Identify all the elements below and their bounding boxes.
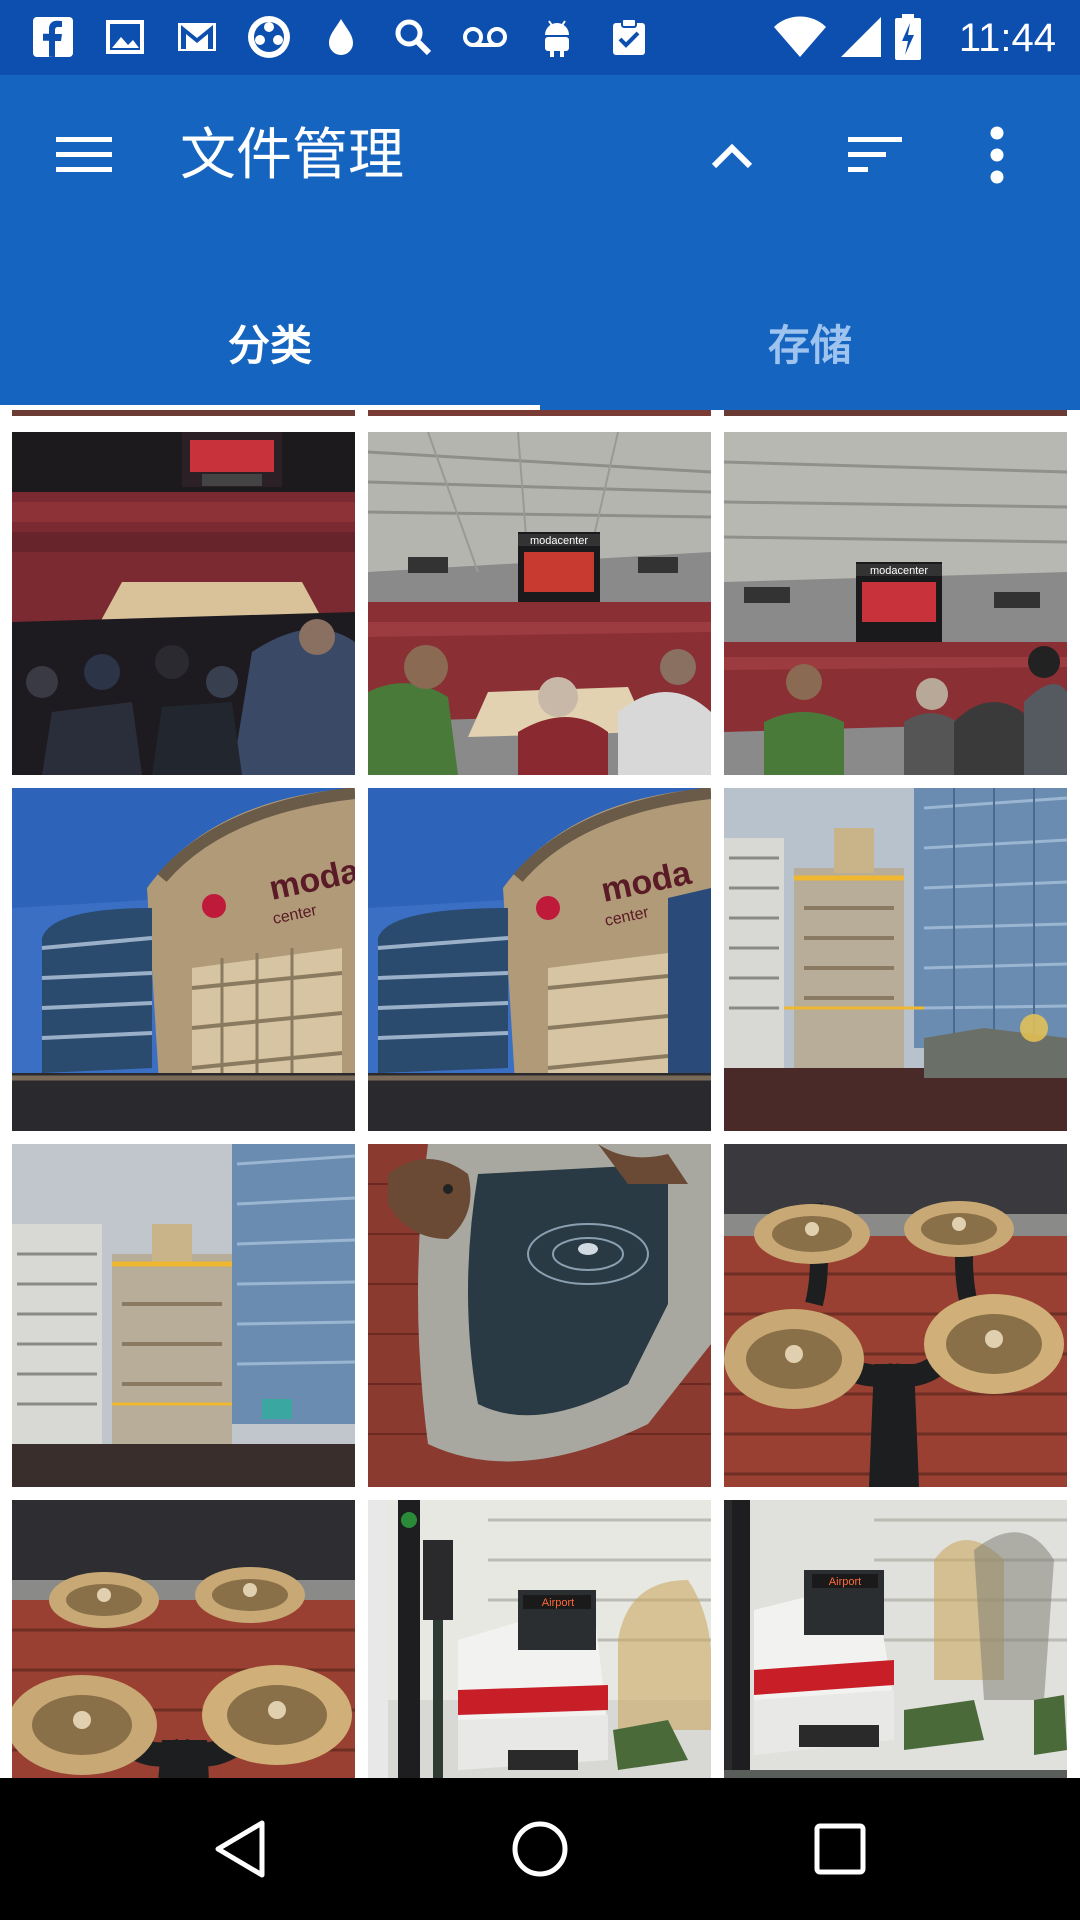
photo-thumbnail[interactable]: [12, 1500, 355, 1778]
train-destination-sign: Airport: [829, 1576, 861, 1588]
photo-thumbnail[interactable]: [12, 1144, 355, 1487]
clipboard-check-icon: [604, 12, 654, 62]
photo-thumbnail[interactable]: [12, 410, 355, 416]
app-title: 文件管理: [180, 123, 404, 188]
more-vert-icon: [990, 126, 1004, 184]
home-button[interactable]: [480, 1799, 600, 1899]
photo-thumbnail[interactable]: [368, 410, 711, 416]
photo-grid: modacenter modacenter moda center moda c…: [0, 410, 1080, 1778]
photo-thumbnail[interactable]: Airport: [724, 1500, 1067, 1778]
back-button[interactable]: [180, 1799, 300, 1899]
photo-thumbnail[interactable]: [724, 1144, 1067, 1487]
battery-charging-icon: [888, 12, 928, 62]
train-destination-sign: Airport: [542, 1597, 574, 1609]
photo-thumbnail[interactable]: Airport: [368, 1500, 711, 1778]
photo-thumbnail[interactable]: moda center: [12, 788, 355, 1131]
sort-icon: [848, 137, 902, 172]
recents-icon: [814, 1823, 866, 1875]
photo-thumbnail[interactable]: modacenter: [368, 432, 711, 775]
sort-button[interactable]: [830, 115, 920, 195]
gmail-icon: [172, 12, 222, 62]
app-bar: 文件管理 分类 存储: [0, 75, 1080, 411]
clock-time: 11:44: [958, 16, 1056, 60]
collapse-button[interactable]: [687, 115, 777, 195]
android-icon: [532, 12, 582, 62]
voicemail-icon: [460, 12, 510, 62]
search-icon: [388, 12, 438, 62]
photo-thumbnail[interactable]: [724, 788, 1067, 1131]
overflow-menu-button[interactable]: [952, 115, 1042, 195]
back-icon: [215, 1820, 265, 1878]
photo-thumbnail[interactable]: [12, 432, 355, 775]
menu-button[interactable]: [34, 115, 134, 195]
photo-thumbnail[interactable]: [724, 410, 1067, 416]
wifi-icon: [772, 12, 828, 62]
tab-storage[interactable]: 存储: [540, 280, 1080, 405]
modacenter-sign-text: modacenter: [870, 565, 928, 577]
tab-bar: 分类 存储: [0, 280, 1080, 411]
navigation-bar: [0, 1778, 1080, 1920]
menu-icon: [56, 137, 112, 172]
modacenter-sign-text: modacenter: [530, 535, 588, 547]
facebook-icon: [28, 12, 78, 62]
photo-thumbnail[interactable]: modacenter: [724, 432, 1067, 775]
cell-signal-icon: [836, 12, 886, 62]
game-controller-icon: [244, 12, 294, 62]
image-icon: [100, 12, 150, 62]
recents-button[interactable]: [780, 1799, 900, 1899]
home-icon: [512, 1821, 568, 1877]
tab-category[interactable]: 分类: [0, 280, 540, 405]
chevron-up-icon: [711, 143, 753, 169]
photo-thumbnail[interactable]: [368, 1144, 711, 1487]
status-bar: 11:44: [0, 0, 1080, 75]
drop-icon: [316, 12, 366, 62]
photo-thumbnail[interactable]: moda center: [368, 788, 711, 1131]
